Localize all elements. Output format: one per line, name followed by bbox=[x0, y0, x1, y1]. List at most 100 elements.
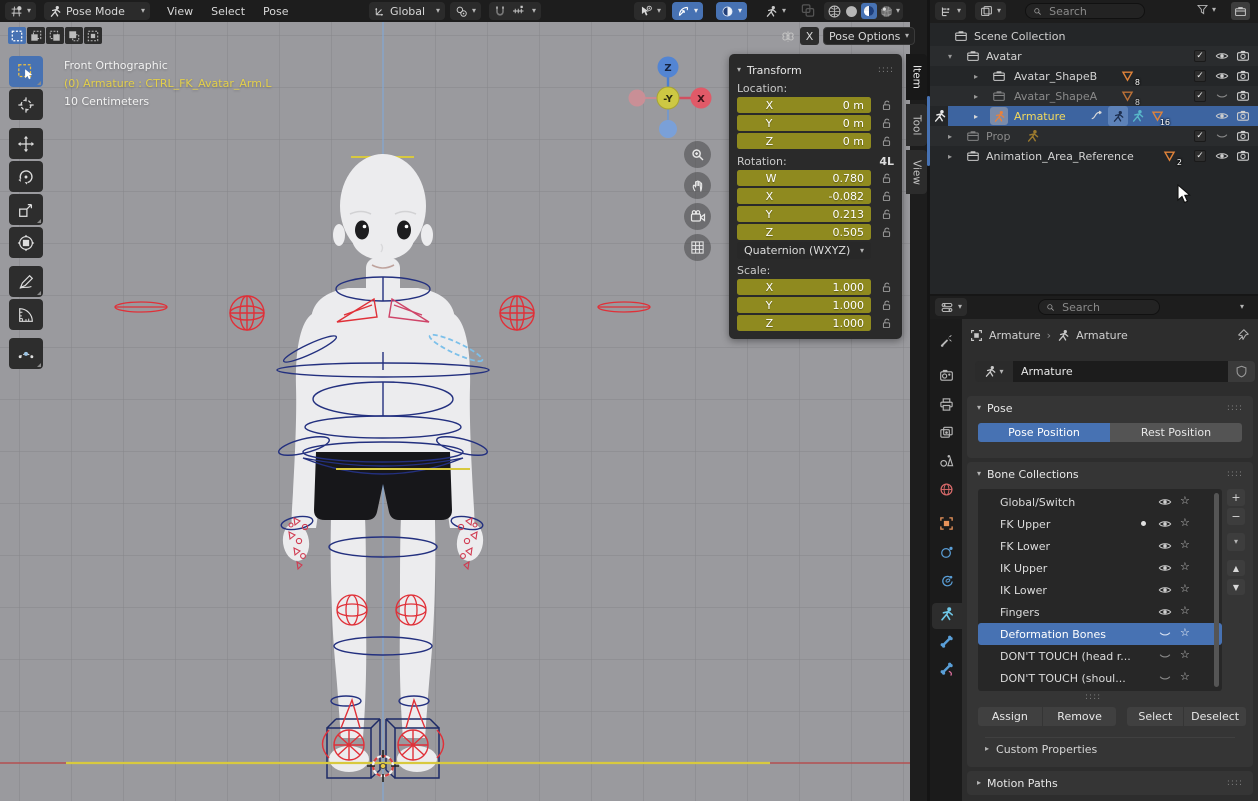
properties-search-input[interactable] bbox=[1060, 300, 1152, 315]
select-button[interactable]: Select bbox=[1127, 707, 1183, 726]
tab-bone[interactable] bbox=[939, 634, 954, 649]
tool-annotate[interactable] bbox=[9, 266, 43, 297]
list-resize-handle[interactable]: :::: bbox=[1085, 692, 1101, 702]
fake-user-shield-button[interactable] bbox=[1228, 361, 1255, 382]
bone-collection-row[interactable]: IK Upper☆ bbox=[978, 557, 1222, 579]
location-x-field[interactable]: X0 m bbox=[737, 97, 871, 113]
gizmo-neg-x-ball[interactable] bbox=[629, 90, 646, 107]
camera-icon[interactable] bbox=[1236, 109, 1250, 123]
outliner-row-armature[interactable]: ▸ Armature 16 bbox=[930, 106, 1258, 126]
outliner-search[interactable] bbox=[1025, 3, 1145, 19]
bone-collection-row[interactable]: Fingers☆ bbox=[978, 601, 1222, 623]
shading-dropdown[interactable]: ▾ bbox=[896, 7, 900, 15]
remove-button[interactable]: Remove bbox=[1043, 707, 1117, 726]
pose-position-button[interactable]: Pose Position bbox=[978, 423, 1110, 442]
collapse-icon[interactable]: ▾ bbox=[977, 470, 981, 478]
expander-icon[interactable]: ▸ bbox=[974, 66, 978, 86]
tab-object-data[interactable] bbox=[939, 606, 955, 622]
gizmo-neg-z-ball[interactable] bbox=[659, 120, 677, 138]
star-icon[interactable]: ☆ bbox=[1180, 494, 1190, 507]
tab-scene[interactable] bbox=[939, 453, 954, 468]
tool-transform[interactable] bbox=[9, 227, 43, 258]
sidebar-tab-tool[interactable]: Tool bbox=[906, 104, 927, 146]
eye-icon[interactable] bbox=[1158, 561, 1172, 575]
mirror-butterfly-icon[interactable] bbox=[780, 29, 796, 44]
outliner-row-avatar[interactable]: ▾ Avatar ✓ bbox=[930, 46, 1258, 66]
bone-collection-row[interactable]: Global/Switch☆ bbox=[978, 491, 1222, 513]
shading-wireframe-button[interactable] bbox=[827, 4, 842, 19]
collapse-icon[interactable]: ▾ bbox=[977, 404, 981, 412]
star-icon[interactable]: ☆ bbox=[1180, 604, 1190, 617]
eye-closed-icon[interactable] bbox=[1158, 649, 1172, 663]
tool-select-box[interactable] bbox=[9, 56, 43, 87]
tab-render[interactable] bbox=[939, 368, 954, 383]
sidebar-tab-item[interactable]: Item bbox=[906, 54, 927, 100]
expander-icon[interactable]: ▸ bbox=[974, 86, 978, 106]
shading-solid-button[interactable] bbox=[844, 4, 859, 19]
id-type-dropdown[interactable]: ▾ bbox=[975, 361, 1013, 382]
lock-icon[interactable] bbox=[878, 117, 894, 130]
motion-paths-panel[interactable]: ▸ Motion Paths :::: bbox=[967, 771, 1253, 795]
exclude-checkbox[interactable]: ✓ bbox=[1194, 150, 1206, 162]
move-collection-up-button[interactable]: ▲ bbox=[1227, 560, 1245, 576]
rotation-w-field[interactable]: W0.780 bbox=[737, 170, 871, 186]
eye-closed-icon[interactable] bbox=[1215, 129, 1229, 143]
mirror-x-button[interactable]: X bbox=[800, 27, 819, 45]
menu-pose[interactable]: Pose bbox=[254, 0, 297, 22]
location-z-field[interactable]: Z0 m bbox=[737, 133, 871, 149]
remove-collection-button[interactable]: − bbox=[1227, 508, 1245, 525]
lock-icon[interactable] bbox=[878, 281, 894, 294]
expander-icon[interactable]: ▸ bbox=[948, 126, 952, 146]
pan-button[interactable] bbox=[684, 172, 711, 199]
outliner-filter-collection[interactable]: ▾ bbox=[975, 2, 1006, 20]
toggle-perspective-button[interactable] bbox=[684, 234, 711, 261]
rotation-x-field[interactable]: X-0.082 bbox=[737, 188, 871, 204]
eye-icon[interactable] bbox=[1215, 149, 1229, 163]
outliner-search-input[interactable] bbox=[1047, 4, 1137, 19]
tab-object[interactable] bbox=[939, 516, 954, 531]
tool-rotate[interactable] bbox=[9, 161, 43, 192]
scale-y-field[interactable]: Y1.000 bbox=[737, 297, 871, 313]
outliner-display-mode[interactable]: ▾ bbox=[935, 2, 966, 20]
shading-rendered-button[interactable] bbox=[879, 4, 894, 19]
exclude-checkbox[interactable]: ✓ bbox=[1194, 50, 1206, 62]
gizmos-dropdown[interactable]: ▾ bbox=[672, 2, 703, 20]
tab-physics[interactable] bbox=[939, 545, 954, 560]
collection-specials-menu[interactable]: ▾ bbox=[1227, 533, 1245, 551]
pivot-point-dropdown[interactable]: ▾ bbox=[450, 2, 481, 20]
camera-icon[interactable] bbox=[1236, 149, 1250, 163]
tab-object-constraints[interactable] bbox=[939, 574, 954, 589]
eye-closed-icon[interactable] bbox=[1215, 89, 1229, 103]
scale-z-field[interactable]: Z1.000 bbox=[737, 315, 871, 331]
camera-icon[interactable] bbox=[1236, 49, 1250, 63]
eye-closed-icon[interactable] bbox=[1158, 627, 1172, 641]
pin-icon[interactable] bbox=[1236, 328, 1250, 342]
transform-orientation-dropdown[interactable]: Global ▾ bbox=[369, 2, 445, 20]
menu-select[interactable]: Select bbox=[202, 0, 254, 22]
tab-world[interactable] bbox=[939, 482, 954, 497]
move-collection-down-button[interactable]: ▼ bbox=[1227, 579, 1245, 595]
eye-icon[interactable] bbox=[1215, 49, 1229, 63]
drag-handle[interactable]: :::: bbox=[1227, 403, 1243, 413]
add-collection-button[interactable]: + bbox=[1227, 489, 1245, 506]
new-collection-button[interactable] bbox=[1231, 2, 1250, 20]
outliner-row-scene-collection[interactable]: Scene Collection bbox=[930, 26, 1258, 46]
properties-search[interactable] bbox=[1038, 299, 1160, 315]
eye-icon[interactable] bbox=[1158, 605, 1172, 619]
deselect-button[interactable]: Deselect bbox=[1184, 707, 1246, 726]
rotation-y-field[interactable]: Y0.213 bbox=[737, 206, 871, 222]
star-icon[interactable]: ☆ bbox=[1180, 560, 1190, 573]
outliner-row-prop[interactable]: ▸ Prop ✓ bbox=[930, 126, 1258, 146]
select-intersect-mode[interactable] bbox=[84, 27, 102, 44]
outliner-row-avatar-shapeb[interactable]: ▸ Avatar_ShapeB 8 ✓ bbox=[930, 66, 1258, 86]
star-icon[interactable]: ☆ bbox=[1180, 670, 1190, 683]
select-extend-mode[interactable] bbox=[27, 27, 45, 44]
menu-view[interactable]: View bbox=[158, 0, 202, 22]
breadcrumb-data[interactable]: Armature bbox=[1076, 329, 1128, 342]
eye-icon[interactable] bbox=[1158, 583, 1172, 597]
exclude-checkbox[interactable]: ✓ bbox=[1194, 130, 1206, 142]
properties-editor-type-button[interactable]: ▾ bbox=[935, 298, 967, 316]
lock-icon[interactable] bbox=[878, 135, 894, 148]
lock-icon[interactable] bbox=[878, 299, 894, 312]
bone-collection-row[interactable]: DON'T TOUCH (head r...☆ bbox=[978, 645, 1222, 667]
